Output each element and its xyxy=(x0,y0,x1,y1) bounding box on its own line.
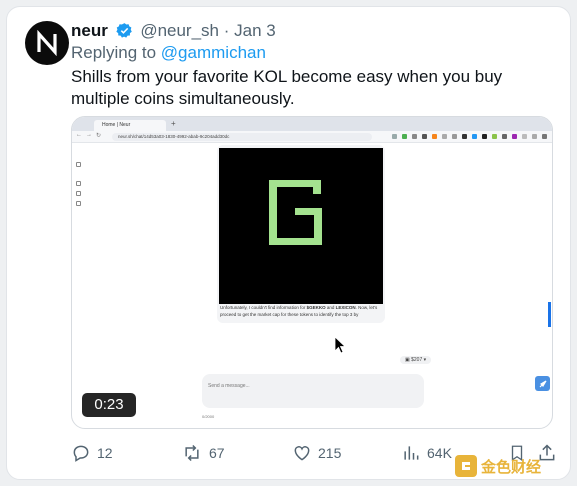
settings-icon xyxy=(76,201,81,206)
neur-logo-icon xyxy=(37,30,57,56)
extension-icon xyxy=(392,134,397,139)
sidebar-toggle-icon xyxy=(76,162,81,167)
sol-balance-pill: ▣ $207 ▾ xyxy=(400,356,432,364)
jinse-logo-icon xyxy=(455,455,477,477)
video-duration: 0:23 xyxy=(82,393,136,417)
browser-tab-bar: Home | Neur + xyxy=(72,117,552,131)
new-tab-icon: + xyxy=(171,119,176,128)
back-icon: ← xyxy=(76,132,82,138)
home-icon xyxy=(76,181,81,186)
browser-url: neur.sh/chat/14d53a03-1830-4992-abab-9c2… xyxy=(112,133,372,141)
rocket-icon xyxy=(535,376,550,391)
reload-icon: ↻ xyxy=(96,133,102,139)
separator-dot: · xyxy=(223,21,230,40)
menu-icon xyxy=(542,134,547,139)
reply-button[interactable]: 12 xyxy=(71,443,113,463)
extension-icon xyxy=(482,134,487,139)
extension-icon xyxy=(522,134,527,139)
chat-caption: Unfortunately, I couldn't find informati… xyxy=(220,305,378,317)
token-name: LEXICON xyxy=(335,305,356,310)
heart-icon xyxy=(294,446,310,461)
repost-button[interactable]: 67 xyxy=(181,443,225,463)
extension-icon xyxy=(442,134,447,139)
wallet-icon xyxy=(76,191,81,196)
extension-icon xyxy=(402,134,407,139)
verified-badge-icon xyxy=(115,23,132,38)
extension-icon xyxy=(472,134,477,139)
analytics-icon xyxy=(404,446,419,460)
extension-icon xyxy=(462,134,467,139)
extension-icon xyxy=(532,134,537,139)
view-count: 64K xyxy=(427,445,452,461)
like-count: 215 xyxy=(318,445,342,461)
message-input: Send a message... xyxy=(202,374,424,408)
repost-count: 67 xyxy=(209,445,225,461)
extension-icon xyxy=(452,134,457,139)
token-name: $GEKKO xyxy=(306,305,326,310)
tweet-date[interactable]: Jan 3 xyxy=(234,21,276,40)
tweet-header: neur @neur_sh · Jan 3 xyxy=(71,21,276,41)
watermark: 金色财经 xyxy=(455,455,541,477)
watermark-text: 金色财经 xyxy=(481,458,542,476)
views-button[interactable]: 64K xyxy=(401,443,452,463)
reply-count: 12 xyxy=(97,445,113,461)
browser-tab: Home | Neur xyxy=(94,120,166,131)
repost-icon xyxy=(185,444,199,462)
tweet-card: neur @neur_sh · Jan 3 Replying to @gammi… xyxy=(6,6,571,480)
like-button[interactable]: 215 xyxy=(292,443,341,463)
display-name[interactable]: neur xyxy=(71,21,108,40)
scroll-indicator xyxy=(548,302,551,327)
avatar[interactable] xyxy=(25,21,69,65)
handle[interactable]: @neur_sh xyxy=(140,21,219,40)
replying-to: Replying to @gammichan xyxy=(71,43,266,63)
forward-icon: → xyxy=(86,132,92,138)
reply-icon xyxy=(73,445,89,462)
extension-icon xyxy=(512,134,517,139)
tweet-text: Shills from your favorite KOL become eas… xyxy=(71,67,503,108)
metamask-icon xyxy=(432,134,437,139)
token-logo-image xyxy=(219,148,383,304)
video-player[interactable]: Home | Neur + ← → ↻ neur.sh/chat/14d53a0… xyxy=(71,116,553,429)
character-counter: 0/2000 xyxy=(202,414,215,419)
replying-prefix: Replying to xyxy=(71,43,157,62)
mention-link[interactable]: @gammichan xyxy=(161,43,266,62)
extension-icon xyxy=(492,134,497,139)
extension-icon xyxy=(502,134,507,139)
mouse-cursor-icon xyxy=(334,336,346,354)
extension-icon xyxy=(422,134,427,139)
extension-icon xyxy=(412,134,417,139)
